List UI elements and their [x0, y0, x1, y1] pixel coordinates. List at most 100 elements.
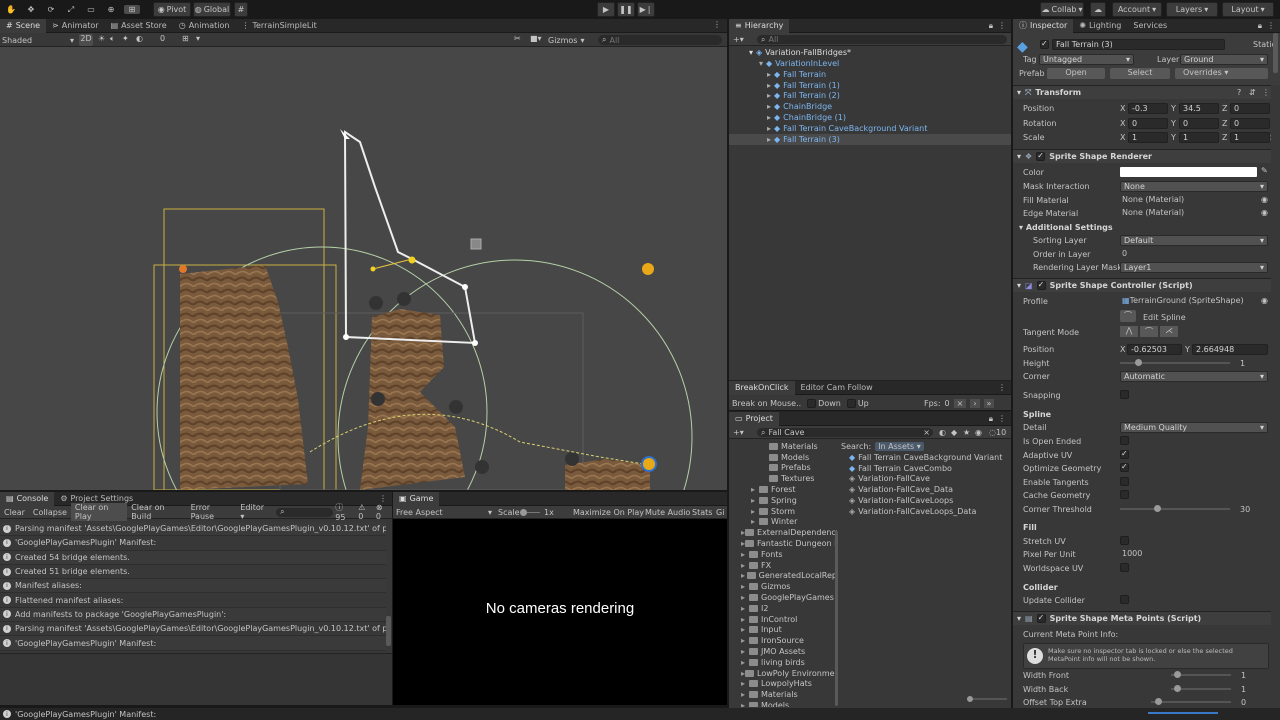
hierarchy-search-input[interactable]: ⌕ All — [757, 35, 1007, 44]
object-picker-icon[interactable]: ◉ — [1261, 208, 1268, 217]
up-toggle[interactable]: Up — [846, 398, 869, 408]
search-result-item[interactable]: ◈ Variation-FallCaveLoops_Data — [841, 506, 1011, 517]
folder-item[interactable]: ▸ Storm — [729, 506, 837, 517]
global-button[interactable]: ◍ Global — [193, 2, 231, 17]
axis-label-z[interactable]: Z — [1222, 104, 1227, 113]
adaptive-uv-checkbox[interactable] — [1120, 449, 1129, 459]
stretch-uv-checkbox[interactable] — [1120, 536, 1129, 545]
lighting-toggle-icon[interactable]: ☀ — [98, 34, 105, 43]
tab-console[interactable]: ▤ Console — [0, 491, 55, 506]
corner-threshold-slider[interactable] — [1120, 503, 1230, 515]
open-ended-checkbox[interactable] — [1120, 436, 1129, 445]
color-field[interactable] — [1120, 167, 1257, 177]
width-front-knob[interactable] — [1174, 671, 1181, 678]
play-button[interactable]: ▶ — [597, 2, 615, 17]
prefab-open-button[interactable]: Open — [1047, 68, 1105, 79]
folder-item[interactable]: ▸ Spring — [729, 495, 837, 506]
transform-header[interactable]: ▾ ⤧ Transform — [1013, 85, 1271, 99]
visibility-icon[interactable]: ◉ — [975, 428, 982, 437]
object-picker-icon[interactable]: ◉ — [1261, 296, 1268, 305]
corner-threshold-knob[interactable] — [1153, 505, 1161, 512]
tab-editor-cam-follow[interactable]: Editor Cam Follow — [795, 381, 879, 395]
object-name-field[interactable]: Fall Terrain (3) — [1052, 39, 1225, 50]
optimize-geometry-checkbox[interactable] — [1120, 462, 1129, 472]
console-log-entry[interactable]: i Parsing manifest 'Assets\GooglePlayGame… — [0, 622, 386, 637]
folder-item[interactable]: ▸ FX — [729, 560, 837, 571]
folder-item[interactable]: ▸ GooglePlayGames — [729, 592, 837, 603]
lock-icon[interactable]: 🔒︎ — [989, 414, 993, 424]
spline-point[interactable] — [343, 334, 349, 340]
step-button[interactable]: ▶❘ — [637, 2, 655, 17]
tab-inspector[interactable]: ⓘ Inspector — [1013, 19, 1074, 33]
search-result-item[interactable]: ◈ Variation-FallCave_Data — [841, 484, 1011, 495]
meta-points-header[interactable]: ▾▤Sprite Shape Meta Points (Script) — [1013, 611, 1271, 625]
clear-button[interactable]: Clear — [0, 508, 29, 517]
layers-dropdown[interactable]: Layers ▾ — [1166, 2, 1218, 17]
maximize-on-play-toggle[interactable]: Maximize On Play — [573, 508, 644, 517]
tab-hierarchy[interactable]: ≡ Hierarchy — [729, 18, 790, 33]
scale-tool-icon[interactable]: ⤢ — [64, 5, 78, 15]
transform-tool-icon[interactable]: ⊕ — [104, 5, 118, 14]
gizmos-dropdown[interactable]: Gizmos ▾ — [548, 34, 585, 46]
collab-button[interactable]: ☁ Collab ▾ — [1040, 2, 1084, 17]
pivot-button[interactable]: ◉ Pivot — [153, 2, 191, 17]
height-value[interactable]: 1 — [1240, 359, 1245, 368]
chevron-down-icon[interactable]: ▾ — [196, 34, 200, 43]
axis-label-y[interactable]: Y — [1171, 119, 1176, 128]
axis-label-x[interactable]: X — [1120, 104, 1125, 113]
next-icon[interactable]: › — [970, 398, 980, 408]
chevron-right-icon[interactable]: ▸ — [741, 636, 749, 645]
more-options-icon[interactable]: ⋮ — [998, 383, 1006, 392]
fps-value[interactable]: 0 — [945, 399, 950, 408]
console-log-entry[interactable]: i Parsing manifest 'Assets\GooglePlayGame… — [0, 522, 386, 537]
move-tool-icon[interactable]: ✥ — [24, 5, 38, 14]
scale-x-field[interactable]: 1 — [1128, 132, 1168, 143]
visibility-toggle-icon[interactable]: ◐ — [136, 34, 143, 43]
gizmos-toggle[interactable]: Gi — [716, 508, 724, 517]
folder-item[interactable]: Textures — [729, 473, 837, 484]
meta-point-handle[interactable] — [470, 238, 482, 250]
width-front-value[interactable]: 1 — [1241, 671, 1246, 680]
point-position-x[interactable]: -0.62503 — [1127, 344, 1182, 355]
console-log-entry[interactable]: i Manifest aliases: — [0, 579, 386, 594]
info-filter[interactable]: ⓘ 95 — [333, 502, 356, 522]
tab-terrain-simple-lit[interactable]: ⋮ TerrainSimpleLit — [235, 19, 322, 33]
more-options-icon[interactable]: ⋮ — [379, 494, 387, 503]
tangent-point[interactable] — [408, 256, 416, 264]
tab-lighting[interactable]: ✺ Lighting — [1073, 19, 1127, 33]
meta-enabled-checkbox[interactable] — [1036, 613, 1046, 623]
enable-tangents-checkbox[interactable] — [1120, 477, 1129, 486]
console-log-entry[interactable]: i Created 51 bridge elements. — [0, 564, 386, 580]
fx-toggle-icon[interactable]: ✦ — [122, 34, 129, 43]
axis-label-x[interactable]: X — [1120, 119, 1125, 128]
offset-top-slider[interactable] — [1151, 696, 1231, 708]
chevron-right-icon[interactable]: ▸ — [741, 593, 749, 602]
offset-top-value[interactable]: 0 — [1241, 698, 1246, 707]
position-y-field[interactable]: 34.5 — [1179, 103, 1219, 114]
tangent-linear-icon[interactable]: ⋀ — [1120, 326, 1138, 337]
folder-item[interactable]: ▸ InControl — [729, 614, 837, 625]
tab-break-on-click[interactable]: BreakOnClick — [729, 380, 795, 395]
order-in-layer-field[interactable]: 0 — [1120, 249, 1268, 260]
folder-item[interactable]: ▸ LowPoly Environmer — [729, 668, 837, 679]
error-filter[interactable]: ⊗ 0 — [374, 503, 392, 521]
snapping-checkbox[interactable] — [1120, 390, 1129, 399]
custom-tool-icon[interactable]: ⊞ — [124, 5, 140, 14]
tab-project[interactable]: ▭ Project — [729, 411, 779, 426]
cache-geometry-checkbox[interactable] — [1120, 490, 1129, 499]
chevron-right-icon[interactable]: ▸ — [741, 679, 749, 688]
tools-icon[interactable]: ✂ — [514, 34, 521, 43]
scale-y-field[interactable]: 1 — [1179, 132, 1219, 143]
tab-animation[interactable]: ◷ Animation — [173, 19, 236, 33]
audio-toggle-icon[interactable]: 🔈︎ — [110, 34, 115, 44]
clear-on-play-button[interactable]: Clear on Play — [70, 503, 128, 521]
stats-toggle[interactable]: Stats — [692, 508, 712, 517]
chevron-right-icon[interactable]: ▸ — [741, 701, 749, 707]
worldspace-uv-checkbox[interactable] — [1120, 563, 1129, 572]
folder-item[interactable]: ▸ Gizmos — [729, 581, 837, 592]
inspector-scrollbar[interactable] — [1273, 33, 1278, 73]
scale-slider[interactable] — [520, 508, 540, 517]
more-options-icon[interactable]: ⋮ — [1267, 21, 1275, 30]
scope-in-assets[interactable]: In Assets ▾ — [875, 442, 924, 451]
layout-dropdown[interactable]: Layout ▾ — [1222, 2, 1274, 17]
